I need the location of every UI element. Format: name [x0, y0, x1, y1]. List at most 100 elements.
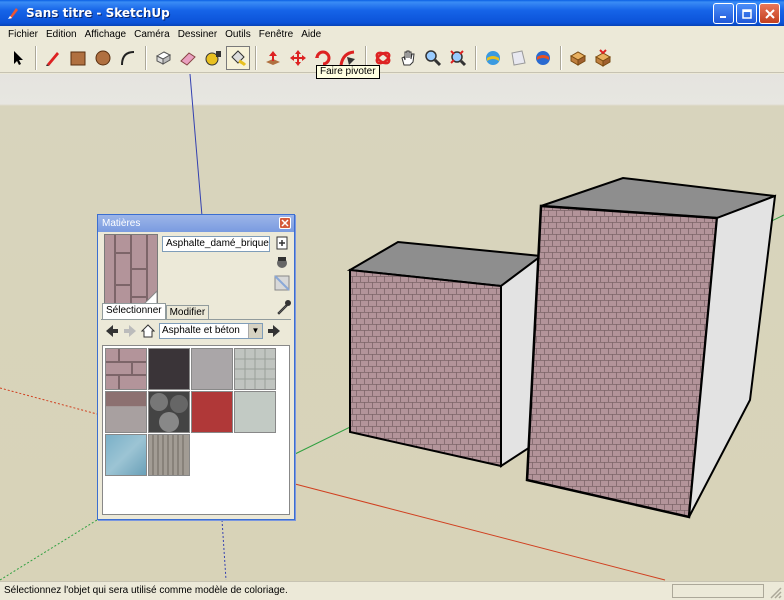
small-box[interactable] [346, 240, 544, 468]
swatch-blue-tiles[interactable] [105, 434, 147, 476]
select-tool-icon [14, 50, 23, 65]
red-axis-dotted [0, 387, 98, 415]
zoom-extents-button[interactable] [446, 46, 470, 70]
swatch-grey-asphalt[interactable] [191, 348, 233, 390]
close-icon [764, 8, 775, 19]
brick-preview-swatch [105, 235, 158, 306]
paint-bucket-button[interactable] [226, 45, 250, 70]
swatch-dark-asphalt[interactable] [148, 348, 190, 390]
swatch-concrete-tiles[interactable] [234, 348, 276, 390]
forward-arrow-icon[interactable] [123, 324, 137, 338]
back-arrow-icon[interactable] [105, 324, 119, 338]
create-material-button[interactable] [274, 235, 290, 251]
arc-tool-button[interactable] [116, 46, 140, 70]
status-bar: Sélectionnez l'objet qui sera utilisé co… [0, 581, 784, 600]
minimize-button[interactable] [713, 3, 734, 24]
share-model-icon [511, 49, 526, 66]
tab-modifier[interactable]: Modifier [165, 305, 210, 319]
zoom-button[interactable] [421, 46, 445, 70]
google-earth-button[interactable] [531, 46, 555, 70]
minimize-icon [719, 15, 726, 18]
window-title: Sans titre - SketchUp [26, 6, 170, 20]
blue-axis [189, 74, 203, 217]
panel-title-bar[interactable]: Matières [98, 215, 294, 232]
swatch-brick-cobble[interactable] [105, 348, 147, 390]
panel-close-button[interactable] [279, 217, 291, 229]
swatch-dark-stone[interactable] [148, 391, 190, 433]
tab-selectionner[interactable]: Sélectionner [102, 303, 166, 319]
eyedropper-button[interactable] [276, 299, 292, 315]
make-component-button[interactable] [151, 46, 175, 70]
rectangle-tool-icon [70, 51, 86, 65]
get-components-button[interactable] [591, 46, 615, 70]
make-component-icon [155, 50, 172, 65]
eraser-tool-icon [180, 51, 196, 66]
sketchup-logo-icon [8, 8, 18, 19]
get-models-icon [486, 50, 500, 65]
pencil-tool-button[interactable] [41, 46, 65, 70]
pan-button[interactable] [396, 46, 420, 70]
blue-axis-dotted [221, 519, 227, 581]
resize-grip-icon[interactable] [768, 585, 782, 599]
swatch-wood-planks[interactable] [148, 434, 190, 476]
sample-paint-button[interactable] [274, 255, 290, 271]
circle-tool-icon [95, 50, 111, 65]
menu-outils[interactable]: Outils [221, 29, 255, 40]
component-share-button[interactable] [566, 46, 590, 70]
rotate-tool-icon [315, 50, 331, 65]
main-toolbar [0, 43, 784, 73]
share-model-button[interactable] [506, 46, 530, 70]
move-tool-icon [290, 49, 306, 66]
collection-dropdown[interactable]: Asphalte et béton ▼ [159, 322, 263, 339]
window-controls [713, 3, 780, 24]
tape-measure-button[interactable] [201, 46, 225, 70]
swatch-light-concrete[interactable] [234, 391, 276, 433]
menu-fenetre[interactable]: Fenêtre [255, 29, 297, 40]
measurements-box[interactable] [672, 584, 764, 598]
menu-camera[interactable]: Caméra [130, 29, 174, 40]
materials-panel: Matières Asphalte_damé_brique Sélectionn… [97, 214, 295, 520]
close-button[interactable] [759, 3, 780, 24]
toolbar-separator [560, 45, 562, 70]
menu-dessiner[interactable]: Dessiner [174, 29, 221, 40]
green-axis-dotted [0, 519, 98, 581]
details-arrow-icon[interactable] [267, 324, 281, 338]
get-components-icon [594, 48, 612, 67]
orbit-icon [375, 51, 391, 64]
eraser-tool-button[interactable] [176, 46, 200, 70]
arc-tool-icon [121, 50, 135, 65]
pan-icon [401, 50, 415, 65]
large-box[interactable] [525, 176, 777, 519]
rectangle-tool-button[interactable] [66, 46, 90, 70]
menu-edition[interactable]: Edition [42, 29, 81, 40]
menu-affichage[interactable]: Affichage [81, 29, 131, 40]
push-pull-icon [266, 50, 280, 65]
panel-title: Matières [102, 218, 141, 229]
toolbar-separator [35, 45, 37, 70]
zoom-extents-icon [450, 49, 467, 66]
material-name-field[interactable]: Asphalte_damé_brique [162, 236, 270, 252]
home-icon[interactable] [141, 323, 155, 338]
select-tool-button[interactable] [6, 46, 30, 70]
menu-fichier[interactable]: Fichier [4, 29, 42, 40]
material-swatches [102, 345, 290, 515]
collection-nav: Asphalte et béton ▼ [101, 319, 291, 341]
maximize-button[interactable] [736, 3, 757, 24]
material-preview [104, 234, 158, 306]
pencil-tool-icon [46, 51, 59, 66]
title-bar: Sans titre - SketchUp [0, 0, 784, 26]
status-message: Sélectionnez l'objet qui sera utilisé co… [4, 585, 288, 596]
circle-tool-button[interactable] [91, 46, 115, 70]
toolbar-separator [145, 45, 147, 70]
push-pull-button[interactable] [261, 46, 285, 70]
swatch-gravel[interactable] [105, 391, 147, 433]
concrete-tiles-swatch [235, 349, 275, 389]
materials-tabs: Sélectionner Modifier [102, 303, 210, 319]
toolbar-separator [475, 45, 477, 70]
default-material-button[interactable] [274, 275, 290, 291]
move-tool-button[interactable] [286, 46, 310, 70]
menu-aide[interactable]: Aide [297, 29, 325, 40]
get-models-button[interactable] [481, 46, 505, 70]
paint-bucket-icon [231, 49, 247, 66]
swatch-red-concrete[interactable] [191, 391, 233, 433]
